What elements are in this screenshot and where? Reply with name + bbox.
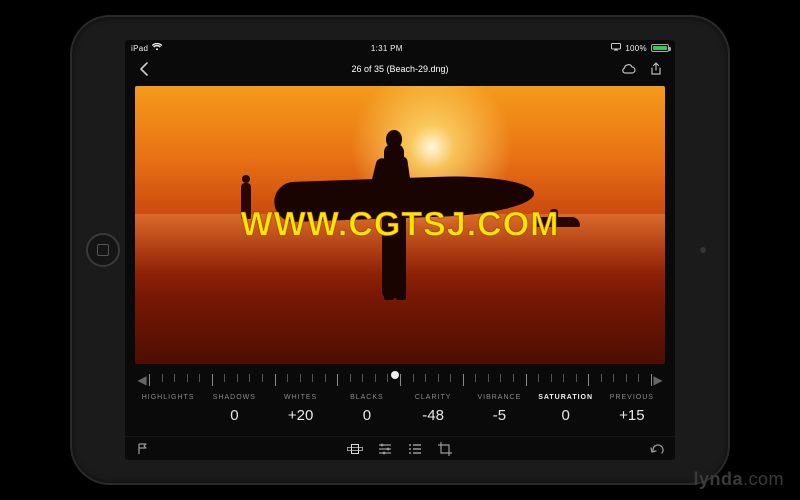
ipad-frame: iPad 1:31 PM 100% 26 of 35 (Beach-29.dng… [70, 15, 730, 485]
airplay-icon [611, 43, 621, 53]
param-whites[interactable]: WHITES [268, 392, 334, 401]
param-blacks[interactable]: BLACKS [334, 392, 400, 401]
edit-panel: ◀ ▶ HIGHLIGHTSSHADOWSWHITESBLACKSCLARITY… [125, 368, 675, 436]
app-header: 26 of 35 (Beach-29.dng) [125, 56, 675, 82]
slider-next[interactable]: ▶ [651, 373, 665, 387]
home-button[interactable] [86, 233, 120, 267]
param-value-highlights: 0 [201, 401, 267, 434]
battery-icon [651, 44, 669, 52]
param-clarity[interactable]: CLARITY [400, 392, 466, 401]
flag-button[interactable] [135, 442, 151, 456]
parameter-labels-row: HIGHLIGHTSSHADOWSWHITESBLACKSCLARITYVIBR… [135, 392, 665, 401]
device-label: iPad [131, 44, 148, 53]
view-filmstrip-button[interactable] [347, 442, 363, 456]
param-value-saturation: +15 [599, 401, 665, 434]
param-highlights[interactable]: HIGHLIGHTS [135, 392, 201, 401]
presets-list-button[interactable] [407, 442, 423, 456]
param-shadows[interactable]: SHADOWS [201, 392, 267, 401]
photo-image: WWW.CGTSJ.COM [135, 86, 665, 364]
slider-prev[interactable]: ◀ [135, 373, 149, 387]
wifi-icon [152, 43, 162, 53]
param-saturation[interactable]: SATURATION [533, 392, 599, 401]
parameter-values-row: 0+200-48-50+15 [201, 401, 665, 434]
value-slider-row: ◀ ▶ [135, 368, 665, 392]
brand-suffix: .com [743, 469, 784, 489]
param-value-whites: 0 [334, 401, 400, 434]
param-value-blacks: -48 [400, 401, 466, 434]
param-label-shadows: SHADOWS [201, 394, 267, 401]
param-value-clarity: -5 [466, 401, 532, 434]
param-previous[interactable]: PREVIOUS [599, 392, 665, 401]
param-label-clarity: CLARITY [400, 394, 466, 401]
photo-title: 26 of 35 (Beach-29.dng) [351, 64, 448, 74]
param-vibrance[interactable]: VIBRANCE [466, 392, 532, 401]
brand-watermark: lynda.com [693, 469, 784, 490]
param-label-highlights: HIGHLIGHTS [135, 394, 201, 401]
value-slider[interactable] [149, 368, 651, 392]
status-bar: iPad 1:31 PM 100% [125, 40, 675, 56]
param-label-previous: PREVIOUS [599, 394, 665, 401]
slider-handle[interactable] [391, 371, 399, 379]
front-camera [700, 247, 706, 253]
status-time: 1:31 PM [371, 44, 403, 53]
battery-percent: 100% [625, 44, 647, 53]
status-left: iPad [131, 43, 162, 53]
param-label-blacks: BLACKS [334, 394, 400, 401]
share-button[interactable] [647, 60, 665, 78]
param-value-vibrance: 0 [533, 401, 599, 434]
watermark-text: WWW.CGTSJ.COM [241, 206, 560, 245]
param-label-vibrance: VIBRANCE [466, 394, 532, 401]
cloud-sync-icon[interactable] [619, 60, 637, 78]
param-label-saturation: SATURATION [533, 394, 599, 401]
photo-viewport[interactable]: WWW.CGTSJ.COM [135, 86, 665, 364]
param-value-shadows: +20 [268, 401, 334, 434]
undo-button[interactable] [649, 442, 665, 456]
bottom-toolbar [125, 436, 675, 460]
crop-button[interactable] [437, 442, 453, 456]
adjust-sliders-button[interactable] [377, 442, 393, 456]
param-label-whites: WHITES [268, 394, 334, 401]
back-button[interactable] [135, 60, 153, 78]
screen: iPad 1:31 PM 100% 26 of 35 (Beach-29.dng… [125, 40, 675, 460]
status-right: 100% [611, 43, 669, 53]
brand-name: lynda [693, 469, 743, 489]
